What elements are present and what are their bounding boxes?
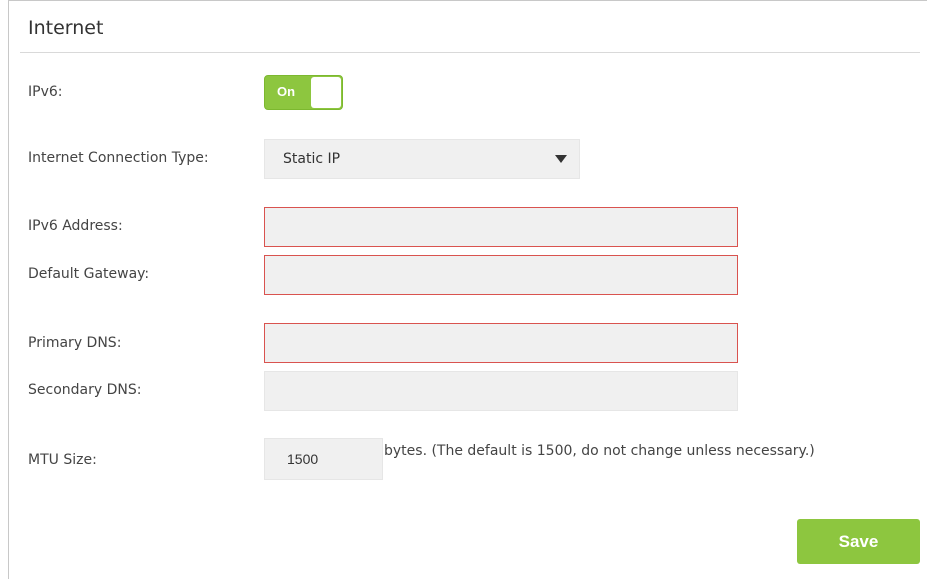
mtu-size-input[interactable]: [264, 438, 383, 480]
title-divider: [20, 52, 920, 53]
connection-type-select[interactable]: Static IP: [264, 139, 580, 179]
caret-down-icon: [555, 155, 567, 163]
mtu-hint-text: bytes. (The default is 1500, do not chan…: [384, 443, 815, 459]
section-title: Internet: [28, 17, 104, 39]
primary-dns-label: Primary DNS:: [28, 335, 122, 351]
mtu-size-label: MTU Size:: [28, 452, 97, 468]
ipv6-label: IPv6:: [28, 84, 63, 100]
connection-type-label: Internet Connection Type:: [28, 150, 209, 166]
ipv6-address-label: IPv6 Address:: [28, 218, 123, 234]
default-gateway-input[interactable]: [264, 255, 738, 295]
ipv6-toggle-knob: [311, 77, 341, 108]
primary-dns-input[interactable]: [264, 323, 738, 363]
ipv6-toggle[interactable]: On: [264, 75, 343, 110]
secondary-dns-label: Secondary DNS:: [28, 382, 142, 398]
connection-type-value: Static IP: [283, 151, 341, 167]
internet-settings-panel: Internet IPv6: On Internet Connection Ty…: [8, 0, 927, 579]
secondary-dns-input[interactable]: [264, 371, 738, 411]
save-button[interactable]: Save: [797, 519, 920, 564]
ipv6-address-input[interactable]: [264, 207, 738, 247]
default-gateway-label: Default Gateway:: [28, 266, 150, 282]
ipv6-toggle-text: On: [277, 84, 296, 99]
